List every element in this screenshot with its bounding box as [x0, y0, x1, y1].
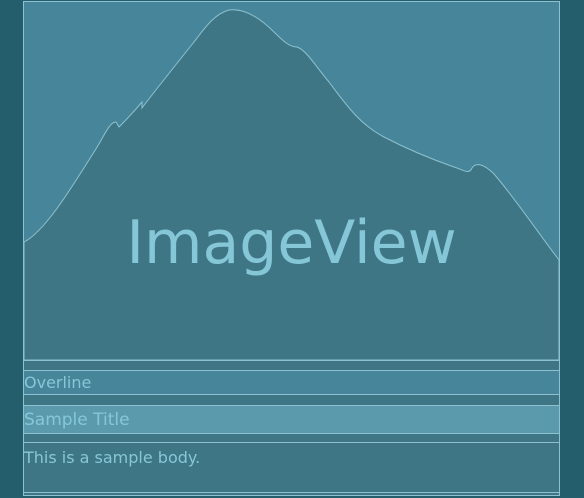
sample-body: This is a sample body.: [24, 443, 559, 493]
image-view-placeholder: ImageView: [24, 2, 559, 361]
spacer-lower: [24, 434, 559, 443]
sample-title: Sample Title: [24, 406, 559, 434]
preview-frame: ImageView Overline Sample Title This is …: [0, 0, 584, 498]
content-card: ImageView Overline Sample Title This is …: [23, 1, 560, 496]
spacer-top: [24, 360, 559, 371]
spacer-middle: [24, 395, 559, 406]
image-view-label: ImageView: [126, 208, 457, 278]
overline-text: Overline: [24, 371, 559, 395]
mountain-illustration-icon: [24, 2, 559, 360]
